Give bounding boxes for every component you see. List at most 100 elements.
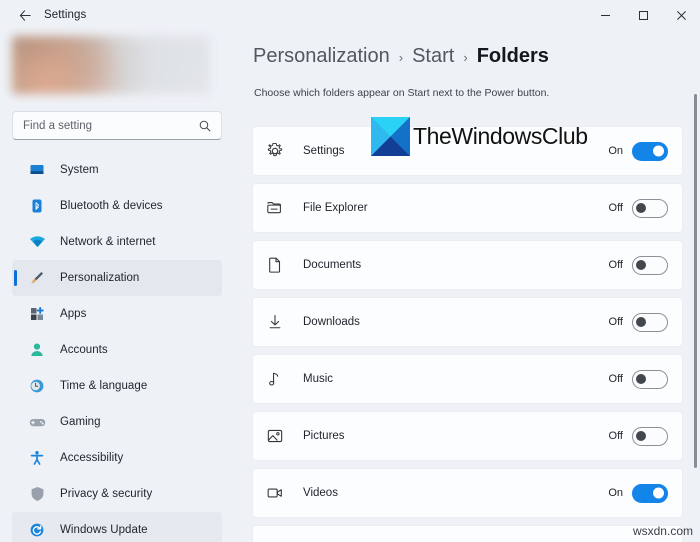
folder-row-documents[interactable]: Documents Off xyxy=(252,240,683,290)
breadcrumb-start[interactable]: Start xyxy=(412,45,454,68)
window-controls xyxy=(586,0,700,30)
folder-label: Videos xyxy=(303,487,338,499)
folder-toggle-downloads[interactable] xyxy=(632,312,668,332)
wifi-icon xyxy=(28,233,46,251)
apps-icon xyxy=(28,305,46,323)
toggle-group: Off xyxy=(608,255,668,275)
folder-row-partial[interactable] xyxy=(252,525,683,542)
page-subtitle: Choose which folders appear on Start nex… xyxy=(254,87,550,99)
maximize-icon xyxy=(638,10,648,20)
sidebar-item-label: Network & internet xyxy=(60,236,156,248)
picture-icon xyxy=(265,426,285,446)
sidebar-item-label: Personalization xyxy=(60,272,140,284)
breadcrumb-separator-icon: › xyxy=(398,50,404,65)
breadcrumb-folders: Folders xyxy=(476,45,549,67)
toggle-knob xyxy=(636,374,646,384)
clock-globe-icon xyxy=(28,377,46,395)
back-button[interactable] xyxy=(10,2,40,28)
maximize-button[interactable] xyxy=(624,0,662,30)
sidebar-item-label: Windows Update xyxy=(60,524,148,536)
folder-row-music[interactable]: Music Off xyxy=(252,354,683,404)
music-note-icon xyxy=(265,369,285,389)
folder-toggle-pictures[interactable] xyxy=(632,426,668,446)
thewindowsclub-watermark: TheWindowsClub xyxy=(371,117,588,156)
sidebar-item-gaming[interactable]: Gaming xyxy=(12,404,222,440)
sidebar-item-label: Bluetooth & devices xyxy=(60,200,163,212)
sidebar-item-accounts[interactable]: Accounts xyxy=(12,332,222,368)
folder-toggle-file-explorer[interactable] xyxy=(632,198,668,218)
window-title: Settings xyxy=(44,9,87,21)
paintbrush-icon xyxy=(28,269,46,287)
folder-toggle-settings[interactable] xyxy=(632,141,668,161)
gamepad-icon xyxy=(28,413,46,431)
toggle-group: Off xyxy=(608,312,668,332)
toggle-knob xyxy=(636,203,646,213)
toggle-state-label: Off xyxy=(608,430,623,442)
update-icon xyxy=(28,521,46,539)
video-camera-icon xyxy=(265,483,285,503)
folder-label: Pictures xyxy=(303,430,345,442)
toggle-knob xyxy=(636,260,646,270)
sidebar-item-time-language[interactable]: Time & language xyxy=(12,368,222,404)
thewindowsclub-logo-icon xyxy=(371,117,410,156)
minimize-icon xyxy=(600,14,610,16)
sidebar-item-windows-update[interactable]: Windows Update xyxy=(12,512,222,542)
vertical-scrollbar[interactable] xyxy=(694,94,697,468)
toggle-state-label: On xyxy=(608,487,623,499)
toggle-state-label: Off xyxy=(608,373,623,385)
title-bar: Settings xyxy=(0,0,700,30)
sidebar-item-privacy-security[interactable]: Privacy & security xyxy=(12,476,222,512)
folder-icon xyxy=(265,198,285,218)
accessibility-icon xyxy=(28,449,46,467)
search-icon xyxy=(198,119,212,133)
sidebar-item-accessibility[interactable]: Accessibility xyxy=(12,440,222,476)
toggle-group: Off xyxy=(609,198,668,218)
close-button[interactable] xyxy=(662,0,700,30)
thewindowsclub-text: TheWindowsClub xyxy=(413,123,588,149)
settings-window: Settings Find a setting System Bluetooth… xyxy=(0,0,700,542)
folder-label: Downloads xyxy=(303,316,360,328)
toggle-state-label: Off xyxy=(608,316,623,328)
search-input[interactable] xyxy=(13,112,198,139)
breadcrumb: Personalization › Start › Folders xyxy=(253,45,549,68)
sidebar-item-label: Privacy & security xyxy=(60,488,153,500)
sidebar-item-label: Time & language xyxy=(60,380,148,392)
folder-toggle-documents[interactable] xyxy=(632,255,668,275)
folder-list: Settings On File Explorer Off Documents … xyxy=(252,126,683,542)
search-box[interactable] xyxy=(12,111,222,140)
sidebar-nav: System Bluetooth & devices Network & int… xyxy=(0,152,236,542)
folder-row-pictures[interactable]: Pictures Off xyxy=(252,411,683,461)
toggle-state-label: Off xyxy=(608,259,623,271)
bluetooth-icon xyxy=(28,197,46,215)
toggle-group: Off xyxy=(608,369,668,389)
main-content: Personalization › Start › Folders Choose… xyxy=(236,30,700,542)
minimize-button[interactable] xyxy=(586,0,624,30)
sidebar-item-system[interactable]: System xyxy=(12,152,222,188)
shield-icon xyxy=(28,485,46,503)
user-profile-blurred[interactable] xyxy=(12,36,210,94)
folder-row-downloads[interactable]: Downloads Off xyxy=(252,297,683,347)
breadcrumb-personalization[interactable]: Personalization xyxy=(253,45,390,68)
toggle-knob xyxy=(636,317,646,327)
sidebar: System Bluetooth & devices xyxy=(0,30,236,542)
sidebar-item-label: Accounts xyxy=(60,344,108,356)
gear-icon xyxy=(265,141,285,161)
folder-row-videos[interactable]: Videos On xyxy=(252,468,683,518)
sidebar-item-label: System xyxy=(60,164,99,176)
toggle-group: Off xyxy=(608,426,668,446)
download-icon xyxy=(265,312,285,332)
folder-label: Music xyxy=(303,373,334,385)
sidebar-item-network-internet[interactable]: Network & internet xyxy=(12,224,222,260)
sidebar-item-bluetooth-devices[interactable]: Bluetooth & devices xyxy=(12,188,222,224)
folder-row-file-explorer[interactable]: File Explorer Off xyxy=(252,183,683,233)
sidebar-item-label: Apps xyxy=(60,308,87,320)
toggle-group: On xyxy=(608,141,668,161)
toggle-group: On xyxy=(608,483,668,503)
folder-toggle-videos[interactable] xyxy=(632,483,668,503)
back-arrow-icon xyxy=(19,9,31,21)
sidebar-item-personalization[interactable]: Personalization xyxy=(12,260,222,296)
folder-toggle-music[interactable] xyxy=(632,369,668,389)
toggle-knob xyxy=(653,145,664,157)
selection-indicator xyxy=(14,270,17,286)
sidebar-item-apps[interactable]: Apps xyxy=(12,296,222,332)
